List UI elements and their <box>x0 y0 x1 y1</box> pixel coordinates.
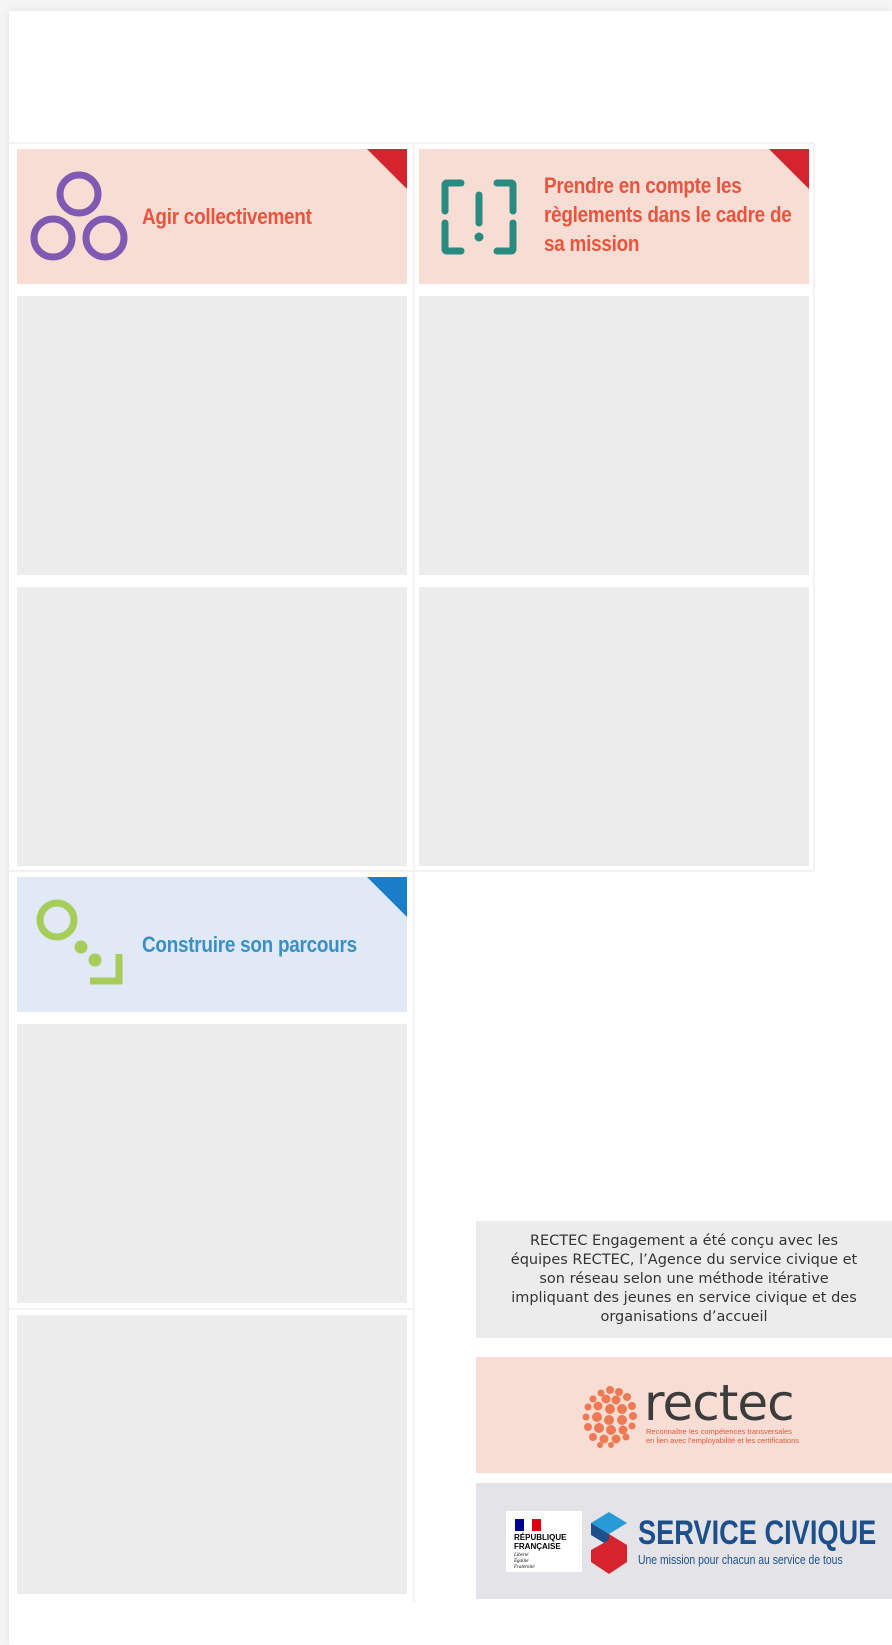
corner-flag <box>367 877 407 917</box>
corner-flag <box>367 149 407 189</box>
content-placeholder <box>419 587 809 866</box>
grid-line <box>9 1308 415 1310</box>
content-placeholder <box>17 1024 407 1303</box>
rectec-wordmark: rectec <box>644 1374 795 1432</box>
content-placeholder <box>17 587 407 866</box>
rectec-tagline: en lien avec l’employabilité et les cert… <box>646 1436 799 1445</box>
header-area <box>9 11 892 142</box>
path-dots-icon <box>36 899 123 985</box>
about-text: RECTEC Engagement a été conçu avec les é… <box>510 1233 858 1325</box>
rectec-logo-box[interactable]: rectec Reconnaître les compétences trans… <box>476 1357 892 1473</box>
card-title: Prendre en compte les règlements dans le… <box>544 173 792 256</box>
service-civique-subtitle: Une mission pour chacun au service de to… <box>638 1552 843 1567</box>
about-text-box: RECTEC Engagement a été conçu avec les é… <box>476 1221 892 1338</box>
rectec-logo-icon <box>582 1386 637 1448</box>
republique-line: FRANÇAISE <box>514 1542 561 1551</box>
service-civique-logo-box[interactable]: RÉPUBLIQUE FRANÇAISE Liberté Égalité Fra… <box>476 1483 892 1599</box>
skill-card-prendre-en-compte-reglements[interactable]: Prendre en compte les règlements dans le… <box>419 149 809 284</box>
skill-card-agir-collectivement[interactable]: Agir collectivement <box>17 149 407 284</box>
service-civique-title: SERVICE CIVIQUE <box>638 1514 877 1552</box>
card-title: Agir collectivement <box>142 204 312 229</box>
content-placeholder <box>17 1315 407 1594</box>
content-placeholder <box>17 296 407 575</box>
marianne-flag-icon <box>515 1519 541 1531</box>
rectec-tagline: Reconnaître les compétences transversale… <box>646 1427 792 1436</box>
grid-line <box>813 142 815 870</box>
content-placeholder <box>419 296 809 575</box>
grid-line <box>413 142 415 1602</box>
grid-line <box>9 142 815 144</box>
card-title: Construire son parcours <box>142 932 357 957</box>
exclamation-bracket-icon <box>441 179 517 255</box>
republique-line: RÉPUBLIQUE <box>514 1533 567 1542</box>
republique-francaise-logo: RÉPUBLIQUE FRANÇAISE Liberté Égalité Fra… <box>506 1511 582 1572</box>
skill-card-construire-son-parcours[interactable]: Construire son parcours <box>17 877 407 1012</box>
service-civique-emblem-icon <box>591 1512 627 1574</box>
republique-motto: Fraternité <box>514 1565 535 1570</box>
three-circles-icon <box>30 171 128 261</box>
grid-line <box>9 870 815 872</box>
